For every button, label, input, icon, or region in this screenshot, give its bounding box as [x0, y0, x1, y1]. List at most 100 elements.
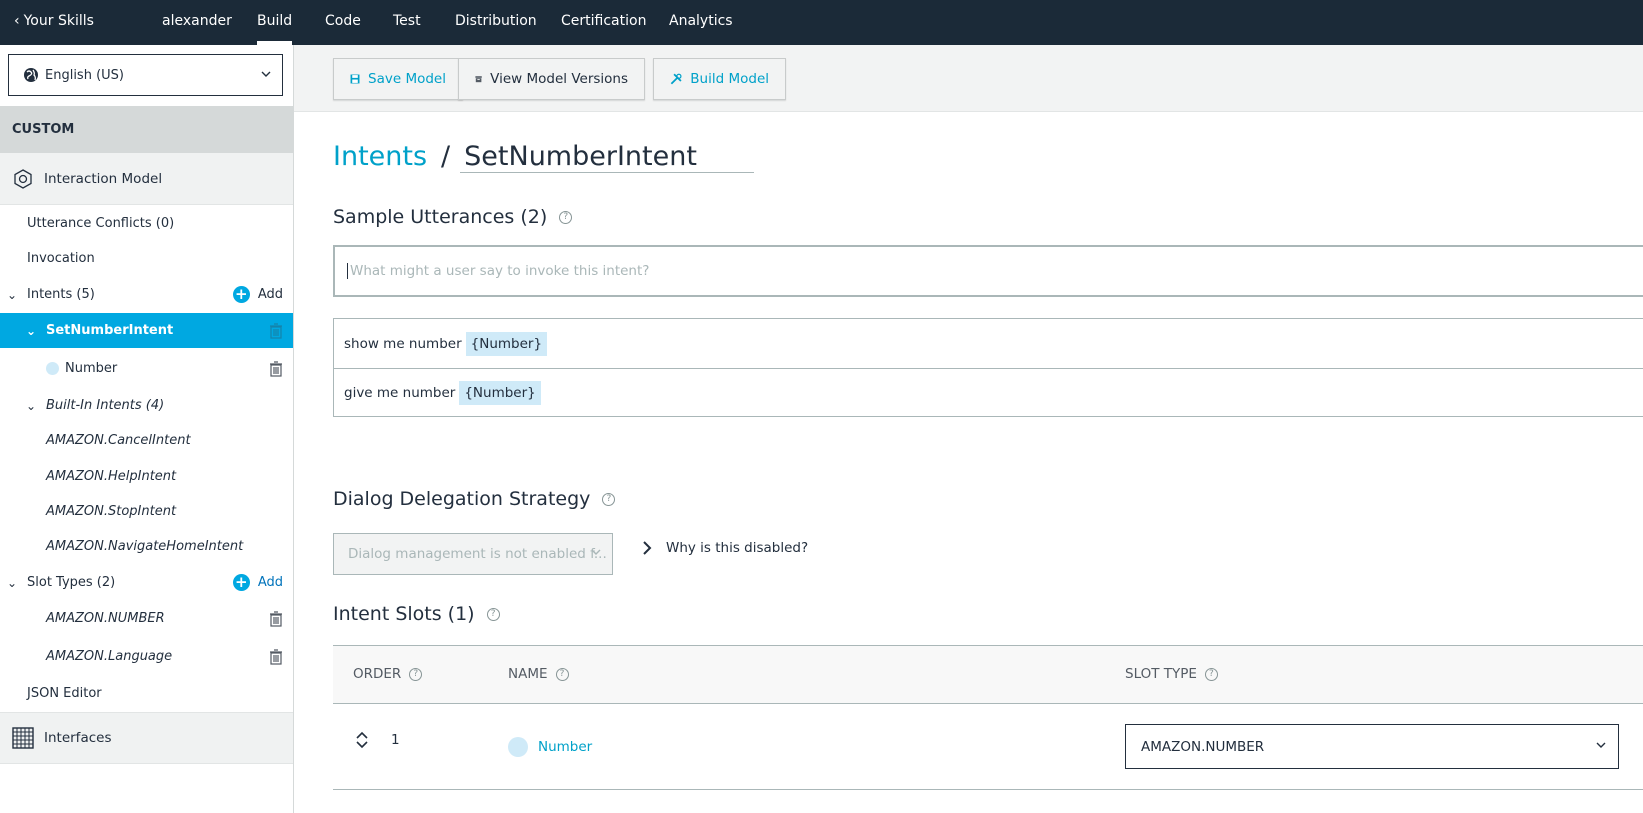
- slot-dot-icon: [508, 737, 528, 757]
- tab-build[interactable]: Build: [257, 0, 293, 45]
- intent-name-input[interactable]: SetNumberIntent: [460, 141, 755, 173]
- save-model-button[interactable]: Save Model: [333, 58, 463, 100]
- dialog-delegation-select: Dialog management is not enabled f...: [333, 533, 613, 575]
- sidebar-item-slot-types[interactable]: ⌄ Slot Types (2) + Add: [0, 565, 293, 600]
- utterance-input[interactable]: What might a user say to invoke this int…: [333, 245, 1643, 297]
- help-icon[interactable]: ?: [486, 607, 500, 621]
- column-label: NAME: [508, 666, 548, 682]
- sidebar-item-helpintent[interactable]: AMAZON.HelpIntent: [0, 459, 293, 494]
- globe-icon: [24, 68, 38, 82]
- chevron-down-icon: [261, 71, 271, 77]
- slot-type-value: AMAZON.NUMBER: [1141, 738, 1265, 755]
- section-title-label: Intent Slots (1): [333, 603, 475, 625]
- column-label: ORDER: [353, 666, 402, 682]
- chevron-down-icon[interactable]: ⌄: [22, 324, 40, 338]
- tab-test[interactable]: Test: [393, 0, 421, 45]
- your-skills-label: Your Skills: [23, 13, 94, 29]
- sidebar-item-json-editor[interactable]: JSON Editor: [0, 676, 293, 711]
- sidebar-item-builtin-intents[interactable]: ⌄ Built-In Intents (4): [0, 388, 293, 423]
- breadcrumb-intents-link[interactable]: Intents: [333, 141, 427, 172]
- sidebar-item-navigatehomeintent[interactable]: AMAZON.NavigateHomeIntent: [0, 529, 293, 564]
- trash-icon[interactable]: [269, 322, 283, 339]
- dialog-delegation-title: Dialog Delegation Strategy ?: [333, 488, 616, 510]
- column-slot-type: SLOT TYPE ?: [1125, 666, 1218, 682]
- utterance-text: give me number: [344, 385, 456, 401]
- breadcrumb: Intents / SetNumberIntent: [333, 141, 755, 173]
- build-model-button[interactable]: Build Model: [653, 58, 786, 100]
- section-title-label: Dialog Delegation Strategy: [333, 488, 591, 510]
- sidebar-item-slot-number[interactable]: Number: [0, 351, 293, 386]
- help-icon[interactable]: ?: [409, 667, 423, 681]
- plus-circle-icon: +: [232, 286, 250, 303]
- utterance-placeholder: What might a user say to invoke this int…: [350, 263, 650, 279]
- tab-skill-name[interactable]: alexander: [162, 0, 232, 45]
- sidebar-item-slottype-number[interactable]: AMAZON.NUMBER: [0, 601, 293, 636]
- why-disabled-label: Why is this disabled?: [666, 540, 809, 556]
- interfaces-label: Interfaces: [44, 730, 112, 746]
- trash-icon[interactable]: [269, 610, 283, 627]
- utterance-list: show me number {Number} give me number {…: [333, 318, 1643, 417]
- trash-icon[interactable]: [269, 360, 283, 377]
- tab-code[interactable]: Code: [325, 0, 361, 45]
- slot-name-link[interactable]: Number: [508, 737, 592, 757]
- view-model-versions-label: View Model Versions: [490, 71, 628, 87]
- chevron-down-icon[interactable]: [355, 740, 369, 750]
- help-icon[interactable]: ?: [559, 210, 573, 224]
- why-disabled-toggle[interactable]: Why is this disabled?: [642, 540, 808, 556]
- sidebar-item-label: Number: [65, 361, 118, 376]
- sidebar-item-setnumberintent[interactable]: ⌄ SetNumberIntent: [0, 313, 293, 348]
- intent-slots-title: Intent Slots (1) ?: [333, 603, 500, 625]
- column-label: SLOT TYPE: [1125, 666, 1197, 682]
- add-slot-type-button[interactable]: + Add: [232, 574, 283, 591]
- slot-name-label: Number: [538, 739, 593, 755]
- sidebar-item-utterance-conflicts[interactable]: Utterance Conflicts (0): [0, 206, 293, 241]
- interaction-model-header[interactable]: Interaction Model: [0, 153, 293, 205]
- sidebar-item-label: AMAZON.CancelIntent: [46, 433, 191, 448]
- save-model-label: Save Model: [368, 71, 446, 87]
- chevron-down-icon: [591, 549, 601, 555]
- dialog-delegation-value: Dialog management is not enabled f...: [348, 546, 607, 562]
- trash-icon[interactable]: [269, 648, 283, 665]
- tab-distribution[interactable]: Distribution: [455, 0, 537, 45]
- utterance-row[interactable]: show me number {Number}: [334, 319, 1643, 368]
- view-model-versions-button[interactable]: View Model Versions: [458, 58, 645, 100]
- sidebar-item-slottype-language[interactable]: AMAZON.Language: [0, 639, 293, 674]
- sidebar-item-label: SetNumberIntent: [46, 323, 174, 338]
- add-label: Add: [257, 287, 283, 302]
- add-intent-button[interactable]: + Add: [232, 286, 283, 303]
- chevron-right-icon: [643, 541, 652, 555]
- help-icon[interactable]: ?: [602, 492, 616, 506]
- chevron-up-icon[interactable]: [355, 730, 369, 740]
- chevron-down-icon[interactable]: ⌄: [3, 288, 21, 302]
- reorder-arrows[interactable]: [355, 730, 369, 750]
- sidebar-item-cancelintent[interactable]: AMAZON.CancelIntent: [0, 423, 293, 458]
- chevron-down-icon[interactable]: ⌄: [3, 576, 21, 590]
- sidebar-item-label: Slot Types (2): [27, 575, 116, 590]
- utterance-slot-chip[interactable]: {Number}: [465, 331, 548, 356]
- tools-icon: [670, 73, 682, 85]
- your-skills-link[interactable]: ‹ Your Skills: [14, 0, 94, 45]
- utterance-row[interactable]: give me number {Number}: [334, 368, 1643, 417]
- top-navigation: ‹ Your Skills alexander Build Code Test D…: [0, 0, 1643, 45]
- utterance-slot-chip[interactable]: {Number}: [459, 381, 541, 405]
- custom-section-header: CUSTOM: [0, 106, 293, 153]
- plus-circle-icon: +: [232, 574, 250, 591]
- sidebar-item-label: AMAZON.NUMBER: [46, 611, 165, 626]
- interaction-model-label: Interaction Model: [44, 170, 163, 187]
- column-order: ORDER ?: [353, 666, 423, 682]
- locale-select[interactable]: English (US): [8, 54, 283, 96]
- slot-type-select[interactable]: AMAZON.NUMBER: [1125, 724, 1619, 769]
- sidebar-item-invocation[interactable]: Invocation: [0, 241, 293, 276]
- add-label: Add: [257, 575, 283, 590]
- chevron-left-icon: ‹: [14, 13, 20, 29]
- interfaces-header[interactable]: Interfaces: [0, 712, 293, 764]
- sidebar-item-intents[interactable]: ⌄ Intents (5) + Add: [0, 277, 293, 312]
- sidebar-item-stopintent[interactable]: AMAZON.StopIntent: [0, 494, 293, 529]
- tab-certification[interactable]: Certification: [561, 0, 646, 45]
- help-icon[interactable]: ?: [555, 667, 569, 681]
- chevron-down-icon[interactable]: ⌄: [22, 399, 40, 413]
- help-icon[interactable]: ?: [1204, 667, 1218, 681]
- tab-analytics[interactable]: Analytics: [669, 0, 733, 45]
- text-cursor: [347, 263, 348, 279]
- slot-dot-icon: [46, 362, 59, 375]
